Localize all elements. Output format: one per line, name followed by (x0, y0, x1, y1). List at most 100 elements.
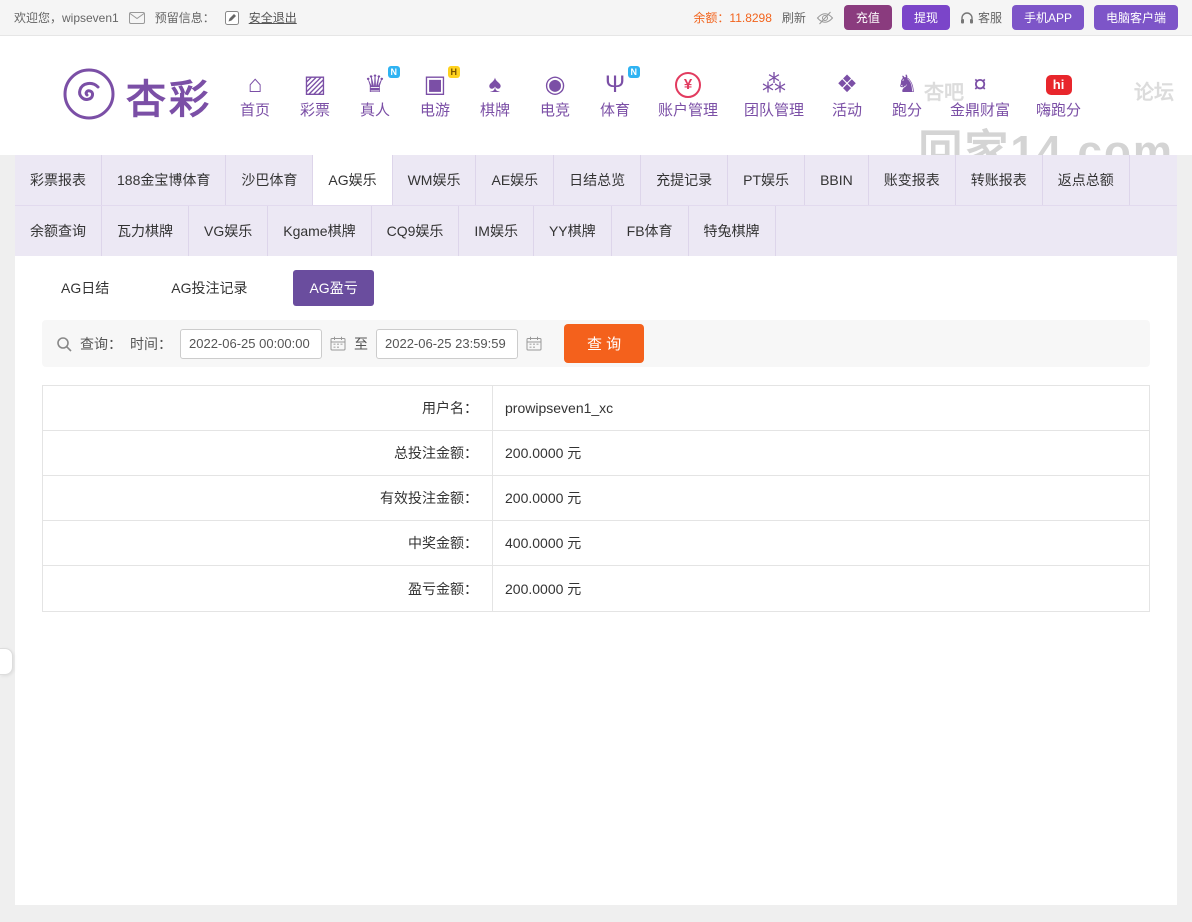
tab-item[interactable]: 日结总览 (554, 155, 641, 205)
tab-item[interactable]: IM娱乐 (459, 206, 534, 256)
nav-item-label: 体育 (598, 100, 632, 122)
table-row: 有效投注金额： 200.0000 元 (43, 476, 1149, 521)
nav-item-esports[interactable]: ◉ 电竞 (538, 70, 572, 122)
summary-table: 用户名： prowipseven1_xc 总投注金额： 200.0000 元 有… (42, 385, 1150, 612)
tab-item[interactable]: 沙巴体育 (226, 155, 313, 205)
tab-item[interactable]: 返点总额 (1043, 155, 1130, 205)
sports-icon: Ψ (598, 70, 632, 100)
end-time-input[interactable] (376, 329, 518, 359)
tab-item[interactable]: 充提记录 (641, 155, 728, 205)
tab-item[interactable]: VG娱乐 (189, 206, 268, 256)
nav-item-paofen[interactable]: ♞ 跑分 (890, 70, 924, 122)
tab-item[interactable]: 彩票报表 (15, 155, 102, 205)
nav-item-board-games[interactable]: ♠ 棋牌 (478, 70, 512, 122)
main-panel: 彩票报表188金宝博体育沙巴体育AG娱乐WM娱乐AE娱乐日结总览充提记录PT娱乐… (15, 155, 1177, 905)
tab-item[interactable]: WM娱乐 (393, 155, 477, 205)
report-tabs-row1: 彩票报表188金宝博体育沙巴体育AG娱乐WM娱乐AE娱乐日结总览充提记录PT娱乐… (15, 155, 1177, 206)
time-label: 时间： (130, 334, 172, 354)
side-float-tab[interactable] (0, 648, 13, 675)
balance-text: 余额：11.8298 (693, 9, 772, 26)
table-row: 中奖金额： 400.0000 元 (43, 521, 1149, 566)
nav-item-label: 活动 (830, 100, 864, 122)
logo-icon (62, 67, 116, 124)
paofen-icon: ♞ (890, 70, 924, 100)
subtab-item[interactable]: AG投注记录 (155, 270, 263, 306)
tab-item[interactable]: BBIN (805, 155, 869, 205)
table-row: 用户名： prowipseven1_xc (43, 386, 1149, 431)
withdraw-button[interactable]: 提现 (902, 5, 950, 30)
nav-item-label: 跑分 (890, 100, 924, 122)
tab-item[interactable]: AE娱乐 (476, 155, 554, 205)
nav-item-team-management[interactable]: ⁂ 团队管理 (744, 70, 804, 122)
nav-item-activity[interactable]: ❖ 活动 (830, 70, 864, 122)
balance-label: 余额： (693, 11, 729, 25)
nav-item-lottery[interactable]: ▨ 彩票 (298, 70, 332, 122)
table-row: 盈亏金额： 200.0000 元 (43, 566, 1149, 611)
topbar: 欢迎您，wipseven1 预留信息： 安全退出 余额：11.8298 刷新 充… (0, 0, 1192, 36)
account-management-icon: ¥ (675, 72, 701, 98)
tab-item[interactable]: 188金宝博体育 (102, 155, 226, 205)
eye-off-icon[interactable] (816, 11, 834, 25)
tab-item[interactable]: 特兔棋牌 (689, 206, 776, 256)
tab-item[interactable]: 账变报表 (869, 155, 956, 205)
tab-item[interactable]: AG娱乐 (313, 155, 392, 205)
tab-item[interactable]: YY棋牌 (534, 206, 612, 256)
tab-item[interactable]: CQ9娱乐 (372, 206, 460, 256)
table-row: 总投注金额： 200.0000 元 (43, 431, 1149, 476)
nav-item-home[interactable]: ⌂ 首页 (238, 70, 272, 122)
start-time-input[interactable] (180, 329, 322, 359)
tab-item[interactable]: 余额查询 (15, 206, 102, 256)
nav-item-hi-paofen[interactable]: hi 嗨跑分 (1036, 70, 1081, 122)
subtab-item[interactable]: AG盈亏 (293, 270, 373, 306)
calendar-end-icon[interactable] (526, 336, 542, 351)
nav-item-jinding-wealth[interactable]: ¤ 金鼎财富 (950, 70, 1010, 122)
pc-client-button[interactable]: 电脑客户端 (1094, 5, 1178, 30)
esports-icon: ◉ (538, 70, 572, 100)
tab-item[interactable]: PT娱乐 (728, 155, 805, 205)
recharge-button[interactable]: 充值 (844, 5, 892, 30)
table-row-value: 200.0000 元 (493, 476, 1149, 520)
calendar-start-icon[interactable] (330, 336, 346, 351)
customer-service-link[interactable]: 客服 (960, 9, 1002, 26)
table-row-value: 400.0000 元 (493, 521, 1149, 565)
activity-icon: ❖ (830, 70, 864, 100)
refresh-link[interactable]: 刷新 (782, 9, 806, 26)
tab-item[interactable]: 转账报表 (956, 155, 1043, 205)
nav-badge: N (628, 66, 641, 79)
hi-paofen-icon: hi (1046, 75, 1072, 95)
nav-badge: N (388, 66, 401, 79)
table-row-value: prowipseven1_xc (493, 386, 1149, 430)
nav-item-electronic-games[interactable]: ▣ H 电游 (418, 70, 452, 122)
table-row-value: 200.0000 元 (493, 566, 1149, 611)
subtab-item[interactable]: AG日结 (45, 270, 125, 306)
logo[interactable]: 杏彩 (62, 67, 212, 125)
nav-item-label: 团队管理 (744, 100, 804, 122)
table-row-label: 有效投注金额： (43, 476, 493, 520)
live-casino-icon: ♛ (358, 70, 392, 100)
balance-value: 11.8298 (729, 11, 772, 25)
tab-item[interactable]: FB体育 (612, 206, 689, 256)
tab-item[interactable]: 瓦力棋牌 (102, 206, 189, 256)
nav-item-label: 账户管理 (658, 100, 718, 122)
logout-link[interactable]: 安全退出 (249, 9, 297, 26)
board-games-icon: ♠ (478, 70, 512, 100)
nav-item-live-casino[interactable]: ♛ N 真人 (358, 70, 392, 122)
mobile-app-button[interactable]: 手机APP (1012, 5, 1084, 30)
reserved-info-label: 预留信息： (155, 9, 215, 26)
nav-badge: H (448, 66, 461, 79)
nav-item-account-management[interactable]: ¥ 账户管理 (658, 70, 718, 122)
logo-text: 杏彩 (126, 67, 212, 125)
nav-item-label: 彩票 (298, 100, 332, 122)
electronic-games-icon: ▣ (418, 70, 452, 100)
tab-item[interactable]: Kgame棋牌 (268, 206, 371, 256)
nav-item-label: 真人 (358, 100, 392, 122)
customer-service-label: 客服 (978, 9, 1002, 26)
message-icon[interactable] (129, 12, 145, 24)
team-management-icon: ⁂ (744, 70, 804, 100)
subtabs: AG日结 AG投注记录 AG盈亏 (15, 256, 1177, 318)
query-submit-button[interactable]: 查 询 (564, 324, 644, 363)
edit-icon[interactable] (225, 11, 239, 25)
nav-item-label: 棋牌 (478, 100, 512, 122)
jinding-wealth-icon: ¤ (950, 70, 1010, 100)
nav-item-sports[interactable]: Ψ N 体育 (598, 70, 632, 122)
